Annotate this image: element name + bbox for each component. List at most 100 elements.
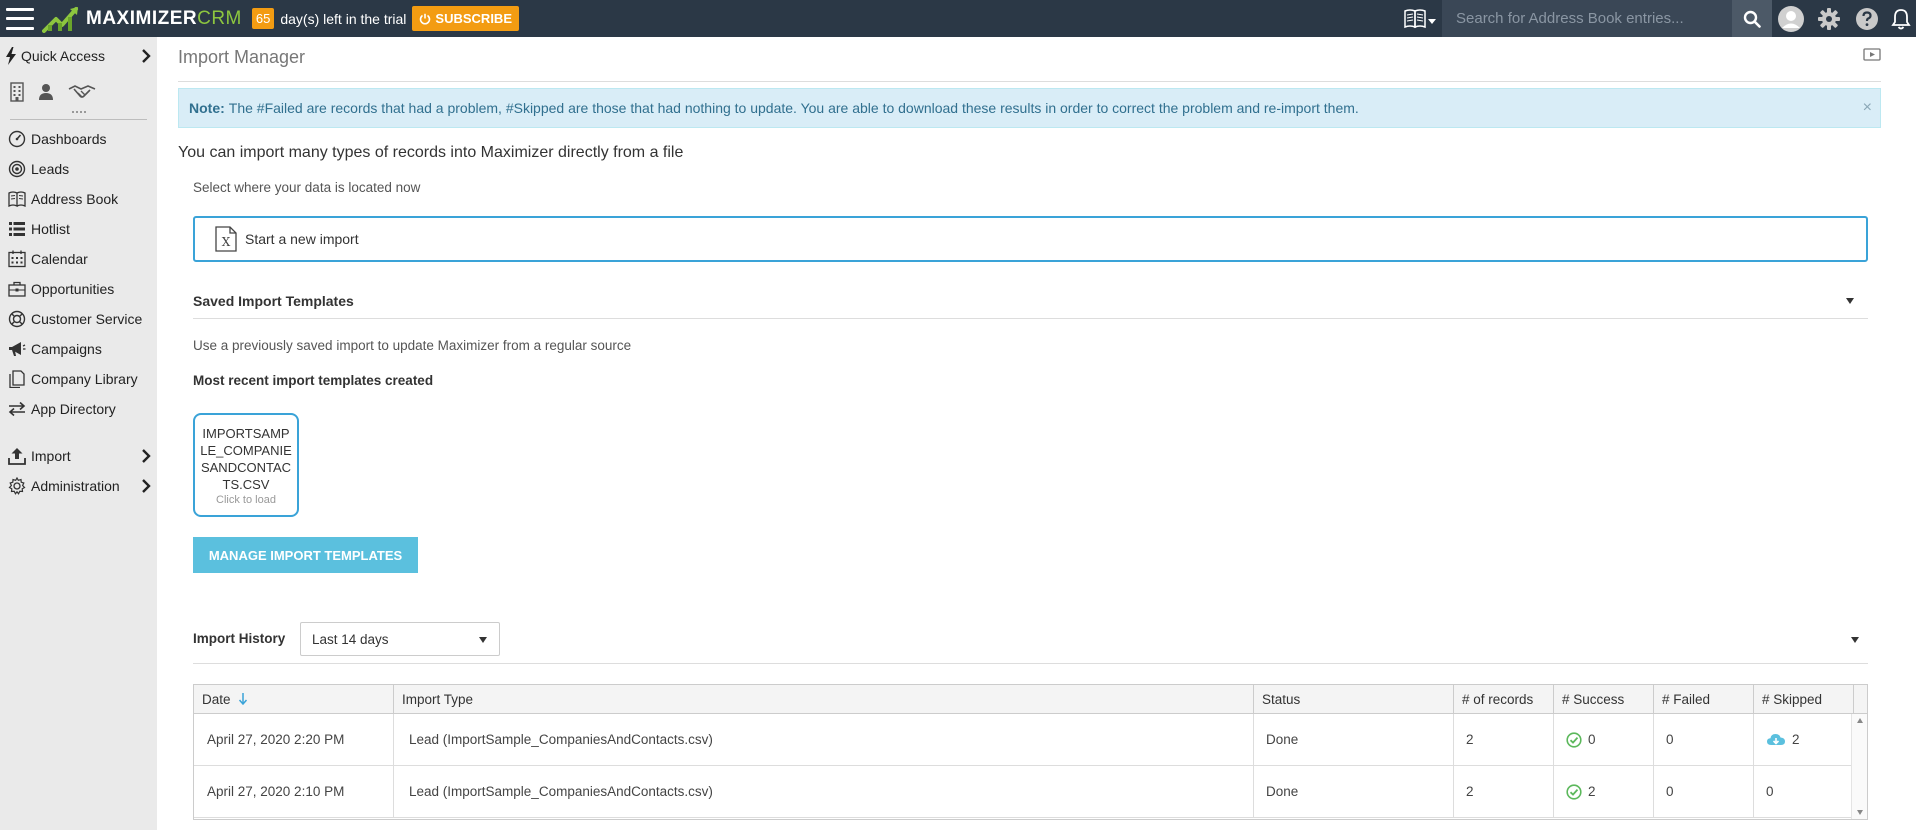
notifications-button[interactable] xyxy=(1886,0,1916,37)
address-book-switcher[interactable] xyxy=(1398,0,1442,37)
sidebar-item-label: Company Library xyxy=(31,371,138,387)
sidebar-item-opportunities[interactable]: Opportunities xyxy=(0,274,157,304)
building-icon[interactable] xyxy=(10,82,24,102)
column-header-date[interactable]: Date xyxy=(194,685,394,713)
maximizer-logo[interactable]: MAXIMIZERCRM xyxy=(42,0,242,37)
sidebar-item-label: Dashboards xyxy=(31,131,107,147)
table-scrollbar[interactable] xyxy=(1851,714,1867,819)
sidebar-item-import[interactable]: Import xyxy=(0,441,157,471)
person-icon[interactable] xyxy=(38,83,54,101)
cell-date: April 27, 2020 2:10 PM xyxy=(194,766,394,817)
subscribe-button[interactable]: SUBSCRIBE xyxy=(412,6,519,31)
column-header-import-type[interactable]: Import Type xyxy=(394,685,1254,713)
most-recent-heading: Most recent import templates created xyxy=(193,373,434,388)
check-circle-icon xyxy=(1566,783,1582,800)
search-icon xyxy=(1743,10,1761,28)
sidebar-item-dashboards[interactable]: Dashboards xyxy=(0,124,157,154)
cog-outline-icon xyxy=(8,477,26,495)
sidebar-item-label: Calendar xyxy=(31,251,88,267)
briefcase-icon xyxy=(8,281,26,297)
title-divider xyxy=(178,81,1881,82)
lightning-icon xyxy=(6,47,16,65)
cell-records: 2 xyxy=(1454,714,1554,765)
cell-success: 2 xyxy=(1554,766,1654,817)
handshake-icon[interactable] xyxy=(68,83,96,101)
history-range-value: Last 14 days xyxy=(312,631,389,647)
open-book-icon xyxy=(8,191,26,208)
table-row[interactable]: April 27, 2020 2:20 PM Lead (ImportSampl… xyxy=(194,714,1867,766)
sidebar-item-customer-service[interactable]: Customer Service xyxy=(0,304,157,334)
history-divider xyxy=(193,663,1868,664)
avatar-icon xyxy=(1778,5,1804,32)
use-previous-hint: Use a previously saved import to update … xyxy=(193,338,632,353)
manage-import-templates-button[interactable]: MANAGE IMPORT TEMPLATES xyxy=(193,537,418,573)
close-icon[interactable]: × xyxy=(1863,99,1872,117)
presentation-icon[interactable] xyxy=(1863,48,1881,62)
dashboard-gauge-icon xyxy=(8,130,26,148)
column-header-records[interactable]: # of records xyxy=(1454,685,1554,713)
lifebuoy-icon xyxy=(8,310,26,328)
search-input[interactable] xyxy=(1442,0,1732,37)
template-load-hint: Click to load xyxy=(216,494,276,506)
quick-access-grip[interactable] xyxy=(71,111,86,113)
import-history-label: Import History xyxy=(193,631,286,646)
table-header: Date Import Type Status # of records # S… xyxy=(194,685,1867,714)
search-button[interactable] xyxy=(1732,0,1772,37)
power-icon xyxy=(420,13,431,24)
chevron-down-icon xyxy=(479,637,487,643)
svg-text:X: X xyxy=(222,235,231,249)
upload-icon xyxy=(8,448,26,465)
cell-failed: 0 xyxy=(1654,766,1754,817)
sidebar-item-administration[interactable]: Administration xyxy=(0,471,157,501)
column-header-skipped[interactable]: # Skipped xyxy=(1754,685,1854,713)
sidebar: Quick Access Dashboards Leads Address Bo… xyxy=(0,37,157,830)
start-new-import-button[interactable]: X Start a new import xyxy=(193,216,1868,262)
scroll-up-arrow-icon[interactable] xyxy=(1857,718,1863,723)
sidebar-item-calendar[interactable]: Calendar xyxy=(0,244,157,274)
bell-icon xyxy=(1891,8,1911,29)
cell-status: Done xyxy=(1254,766,1454,817)
cell-skipped: 2 xyxy=(1754,714,1854,765)
hamburger-menu-icon[interactable] xyxy=(6,7,34,30)
history-collapse-caret-icon[interactable] xyxy=(1851,637,1859,643)
sidebar-item-label: Campaigns xyxy=(31,341,102,357)
gear-icon xyxy=(1818,7,1840,30)
documents-icon xyxy=(9,370,25,388)
sidebar-item-leads[interactable]: Leads xyxy=(0,154,157,184)
help-button[interactable] xyxy=(1848,0,1886,37)
cell-import-type: Lead (ImportSample_CompaniesAndContacts.… xyxy=(394,766,1254,817)
history-range-select[interactable]: Last 14 days xyxy=(300,622,500,656)
address-book-search xyxy=(1442,0,1732,37)
sidebar-item-hotlist[interactable]: Hotlist xyxy=(0,214,157,244)
cloud-download-icon[interactable] xyxy=(1766,732,1786,748)
list-icon xyxy=(9,222,25,236)
quick-access-icons xyxy=(0,75,157,109)
target-icon xyxy=(8,160,26,178)
user-avatar[interactable] xyxy=(1772,0,1810,37)
main-content: Import Manager Note: The #Failed are rec… xyxy=(157,37,1916,830)
sidebar-item-company-library[interactable]: Company Library xyxy=(0,364,157,394)
scroll-down-arrow-icon[interactable] xyxy=(1857,810,1863,815)
settings-button[interactable] xyxy=(1810,0,1848,37)
logo-text: MAXIMIZERCRM xyxy=(86,7,242,29)
import-history-table: Date Import Type Status # of records # S… xyxy=(193,684,1868,820)
sidebar-item-address-book[interactable]: Address Book xyxy=(0,184,157,214)
column-header-filler xyxy=(1854,685,1867,713)
table-row[interactable]: April 27, 2020 2:10 PM Lead (ImportSampl… xyxy=(194,766,1867,818)
note-text: The #Failed are records that had a probl… xyxy=(228,100,1359,116)
sidebar-item-label: App Directory xyxy=(31,401,116,417)
cell-success: 0 xyxy=(1554,714,1654,765)
import-template-card[interactable]: IMPORTSAMPLE_COMPANIESANDCONTACTS.CSV Cl… xyxy=(193,413,299,517)
column-header-failed[interactable]: # Failed xyxy=(1654,685,1754,713)
quick-access[interactable]: Quick Access xyxy=(0,37,157,75)
column-header-status[interactable]: Status xyxy=(1254,685,1454,713)
sidebar-item-campaigns[interactable]: Campaigns xyxy=(0,334,157,364)
sidebar-item-app-directory[interactable]: App Directory xyxy=(0,394,157,424)
select-location-hint: Select where your data is located now xyxy=(193,180,421,195)
intro-heading: You can import many types of records int… xyxy=(178,144,684,161)
saved-templates-header[interactable]: Saved Import Templates xyxy=(193,283,1868,319)
collapse-caret-icon[interactable] xyxy=(1846,298,1854,304)
sidebar-item-label: Customer Service xyxy=(31,311,143,327)
column-header-success[interactable]: # Success xyxy=(1554,685,1654,713)
logo-mark-icon xyxy=(42,6,78,33)
